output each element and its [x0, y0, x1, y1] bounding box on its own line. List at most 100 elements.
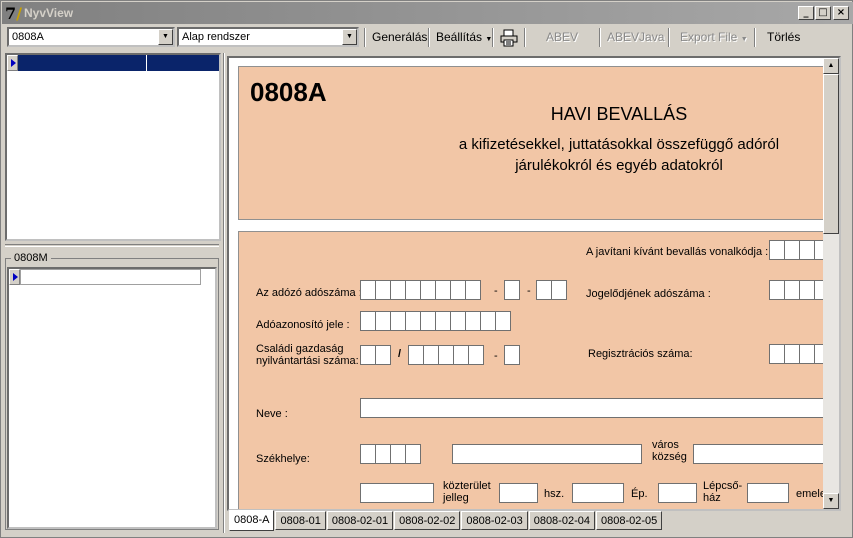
reg-number-field[interactable] — [769, 344, 830, 364]
tab-0808-02-05[interactable]: 0808-02-05 — [595, 511, 663, 530]
form-header-section: 0808A HAVI BEVALLÁS a kifizetésekkel, ju… — [238, 66, 833, 220]
city-label-2: község — [652, 451, 687, 463]
generate-button[interactable]: Generálás — [372, 28, 427, 48]
building-label: Ép. — [631, 488, 648, 500]
settings-button[interactable]: Beállítás ▼ — [436, 28, 492, 48]
name-label: Neve : — [256, 408, 288, 420]
tax-id-label: Adóazonosító jele : — [256, 319, 350, 331]
predecessor-tax-label: Jogelődjének adószáma : — [586, 288, 711, 300]
splitter[interactable] — [5, 244, 219, 247]
system-select-value: Alap rendszer — [182, 31, 250, 43]
separator — [668, 28, 670, 47]
subform-group-title: 0808M — [11, 252, 51, 264]
seat-label: Székhelye: — [256, 453, 310, 465]
maximize-button[interactable]: □ — [815, 6, 831, 20]
separator — [599, 28, 601, 47]
toolbar: 0808A ▼ Alap rendszer ▼ Generálás Beállí… — [2, 24, 853, 50]
form-viewport[interactable]: 0808A HAVI BEVALLÁS a kifizetésekkel, ju… — [227, 56, 841, 511]
vertical-splitter[interactable] — [223, 53, 225, 533]
dash: - — [494, 350, 498, 362]
scroll-thumb[interactable] — [823, 74, 839, 234]
tab-0808-02-03[interactable]: 0808-02-03 — [461, 511, 528, 530]
form-select-value: 0808A — [12, 31, 44, 43]
city-label-1: város — [652, 439, 679, 451]
tax-number-label: Az adózó adószáma : — [256, 287, 362, 299]
print-button[interactable] — [500, 27, 518, 47]
export-label: Export File — [680, 30, 738, 44]
settings-label: Beállítás — [436, 30, 483, 44]
separator — [364, 28, 366, 47]
household-label-2: nyilvántartási száma: — [256, 355, 359, 367]
abev-button[interactable]: ABEV — [546, 28, 578, 48]
correction-barcode-label: A javítani kívánt bevallás vonalkódja : — [586, 246, 769, 258]
name-field[interactable] — [360, 398, 834, 418]
form-title: HAVI BEVALLÁS — [550, 104, 688, 124]
abevjava-button[interactable]: ABEVJava — [607, 28, 664, 48]
tab-0808-02-02[interactable]: 0808-02-02 — [394, 511, 461, 530]
form-list-panel[interactable] — [5, 53, 221, 241]
page-tabs: 0808-A 0808-01 0808-02-01 0808-02-02 080… — [229, 510, 663, 531]
chevron-down-icon[interactable]: ▼ — [158, 29, 173, 45]
dash: - — [494, 285, 498, 297]
system-select[interactable]: Alap rendszer ▼ — [177, 27, 359, 47]
export-file-button[interactable]: Export File ▼ — [680, 28, 748, 48]
title-bar: 7/ NyvView _ □ × — [2, 2, 853, 24]
row-pointer-icon — [7, 55, 18, 71]
household-label-1: Családi gazdaság — [256, 343, 344, 355]
selected-row[interactable] — [7, 55, 219, 71]
stair-field[interactable] — [747, 483, 789, 503]
dash: - — [527, 285, 531, 297]
minimize-button[interactable]: _ — [798, 6, 814, 20]
street-type-label-2: jelleg — [443, 492, 469, 504]
city-field[interactable] — [452, 444, 642, 464]
tax-id-field[interactable] — [360, 311, 511, 331]
stair-label-2: ház — [703, 492, 721, 504]
tab-0808-02-04[interactable]: 0808-02-04 — [528, 511, 595, 530]
subform-row[interactable] — [20, 269, 201, 285]
delete-button[interactable]: Törlés — [767, 28, 800, 48]
tab-0808-01[interactable]: 0808-01 — [275, 511, 326, 530]
street-type-field[interactable] — [499, 483, 538, 503]
household-field-3[interactable] — [504, 345, 520, 365]
printer-icon — [500, 29, 518, 47]
window-title: NyvView — [24, 6, 74, 20]
building-field[interactable] — [658, 483, 697, 503]
close-button[interactable]: × — [833, 6, 849, 20]
reg-number-label: Regisztrációs száma: — [588, 348, 693, 360]
form-subtitle-1: a kifizetésekkel, juttatásokkal összefüg… — [458, 136, 780, 153]
correction-barcode-field[interactable] — [769, 240, 830, 260]
separator — [492, 28, 494, 47]
form-select[interactable]: 0808A ▼ — [7, 27, 175, 47]
street-type-label-1: közterület — [443, 480, 491, 492]
household-field-2[interactable] — [408, 345, 484, 365]
separator — [754, 28, 756, 47]
slash: / — [398, 348, 402, 360]
tab-0808-a[interactable]: 0808-A — [229, 510, 275, 531]
vertical-scrollbar[interactable]: ▲ ▼ — [823, 58, 839, 509]
tax-number-vat-field[interactable] — [504, 280, 520, 300]
form-subtitle-2: járulékokról és egyéb adatokról — [515, 157, 723, 174]
household-field-1[interactable] — [360, 345, 391, 365]
street-field[interactable] — [360, 483, 434, 503]
taxpayer-section: A javítani kívánt bevallás vonalkódja : … — [238, 231, 834, 509]
column-divider — [146, 55, 147, 71]
house-number-field[interactable] — [572, 483, 624, 503]
city-name-field[interactable] — [693, 444, 834, 464]
scroll-up-icon[interactable]: ▲ — [823, 58, 839, 74]
postcode-field[interactable] — [360, 444, 421, 464]
scroll-down-icon[interactable]: ▼ — [823, 493, 839, 509]
tab-0808-02-01[interactable]: 0808-02-01 — [326, 511, 394, 530]
tax-number-field[interactable] — [360, 280, 481, 300]
separator — [524, 28, 526, 47]
app-icon: 7/ — [5, 4, 22, 23]
stair-label-1: Lépcső- — [703, 480, 743, 492]
row-pointer-icon — [9, 269, 20, 285]
chevron-down-icon[interactable]: ▼ — [342, 29, 357, 45]
subform-list-panel[interactable] — [7, 267, 217, 529]
tax-number-county-field[interactable] — [536, 280, 567, 300]
main-window: 7/ NyvView _ □ × 0808A ▼ Alap rendszer ▼… — [0, 0, 853, 538]
dropdown-arrow-icon: ▼ — [740, 36, 748, 43]
predecessor-tax-field[interactable] — [769, 280, 830, 300]
house-number-label: hsz. — [544, 488, 565, 500]
separator — [428, 28, 430, 47]
